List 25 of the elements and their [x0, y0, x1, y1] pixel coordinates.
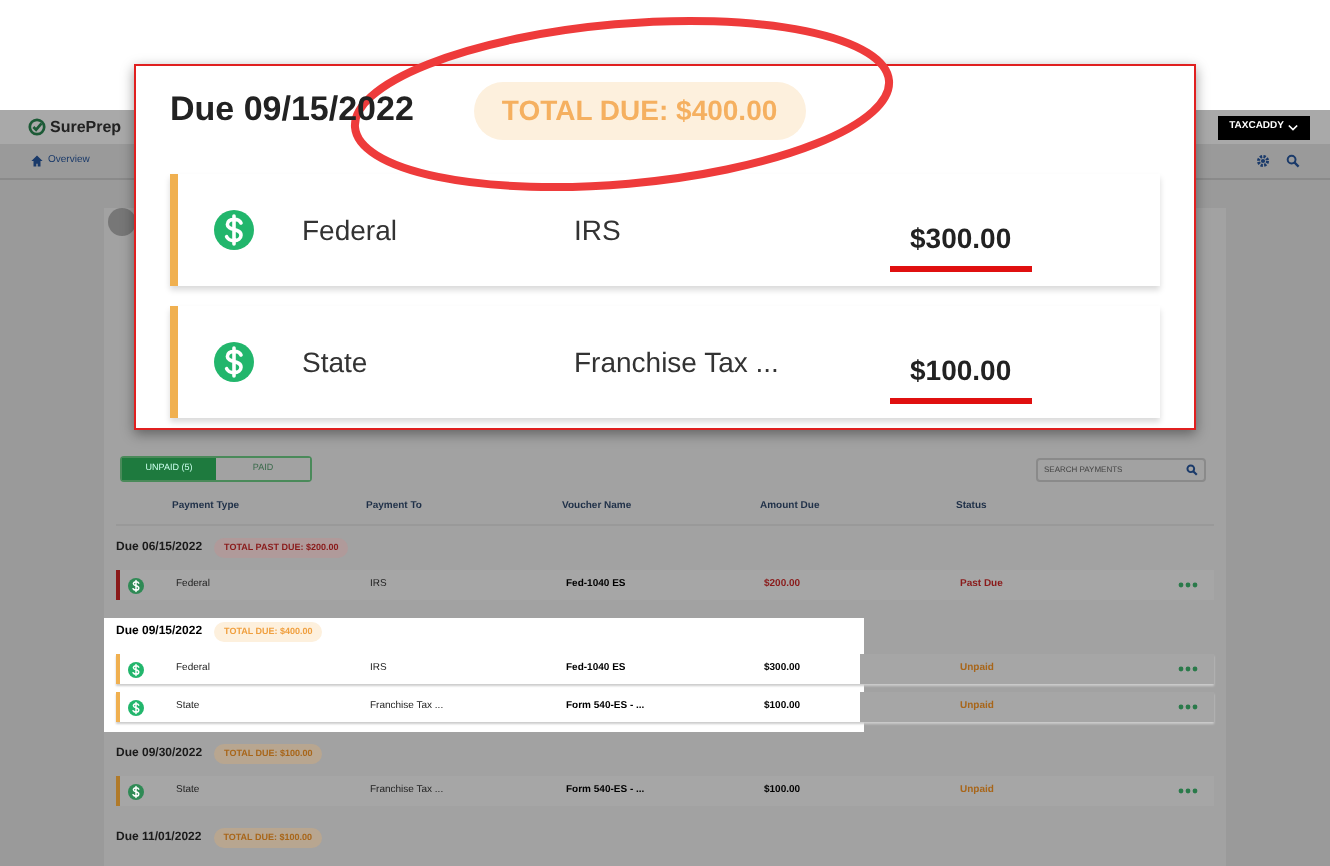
dollar-icon	[128, 699, 144, 715]
check-logo-icon	[28, 118, 46, 136]
payment-type: State	[302, 343, 370, 381]
payment-type: Federal	[302, 211, 399, 249]
amount-due: $100.00	[890, 337, 1032, 403]
dollar-icon	[128, 661, 144, 677]
settings-icon[interactable]	[1256, 154, 1270, 168]
home-icon	[30, 154, 44, 168]
dollar-icon	[128, 577, 144, 593]
logo-text: SurePrep	[50, 115, 122, 139]
search-icon[interactable]	[1286, 154, 1300, 168]
dollar-icon	[214, 342, 254, 382]
payment-to: IRS	[574, 211, 623, 249]
more-icon[interactable]	[1178, 582, 1198, 588]
more-icon[interactable]	[1178, 704, 1198, 710]
avatar-placeholder	[108, 208, 136, 236]
caret-icon	[1288, 123, 1298, 131]
dollar-icon	[128, 783, 144, 799]
search-icon[interactable]	[1186, 463, 1198, 475]
amount-due: $300.00	[890, 205, 1032, 271]
total-badge: TOTAL DUE: $400.00	[473, 81, 806, 139]
payment-to: Franchise Tax ...	[574, 343, 781, 381]
dollar-icon	[214, 210, 254, 250]
more-icon[interactable]	[1178, 788, 1198, 794]
more-icon[interactable]	[1178, 666, 1198, 672]
